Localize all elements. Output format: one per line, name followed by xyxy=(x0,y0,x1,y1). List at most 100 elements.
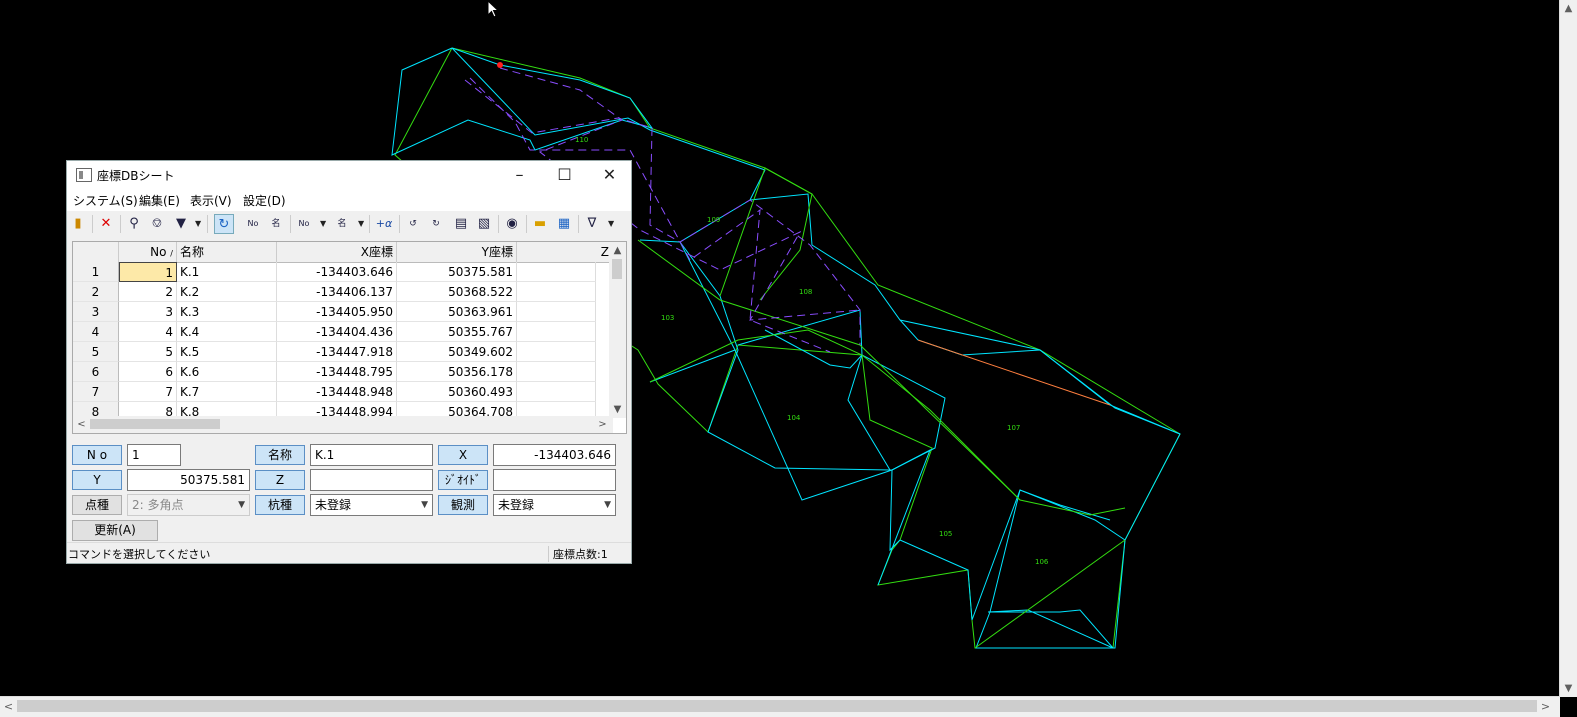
cell-z[interactable] xyxy=(517,342,596,362)
y-field[interactable]: 50375.581 xyxy=(127,469,250,491)
export-icon[interactable]: ▧ xyxy=(474,214,494,234)
function-dropdown-icon[interactable]: ▼ xyxy=(608,214,616,234)
cell-z[interactable] xyxy=(517,362,596,382)
no-label[interactable]: N o xyxy=(72,445,122,465)
stake-type-label[interactable]: 杭種 xyxy=(255,495,305,515)
column-header-z[interactable]: Z xyxy=(517,242,613,262)
scroll-thumb[interactable] xyxy=(612,259,622,279)
grid-icon[interactable]: ▦ xyxy=(554,214,574,234)
table-row[interactable]: 3 3 K.3 -134405.950 50363.961 xyxy=(73,302,613,322)
cell-name[interactable]: K.7 xyxy=(177,382,277,402)
binoculars-icon[interactable]: ⎊ xyxy=(147,214,167,234)
stake-type-select[interactable]: 未登録 ▼ xyxy=(310,494,433,516)
scroll-right-icon[interactable]: > xyxy=(594,416,611,433)
title-bar[interactable]: 座標DBシート – ☐ ✕ xyxy=(67,161,631,189)
cell-y[interactable]: 50368.522 xyxy=(397,282,517,302)
row-header[interactable]: 3 xyxy=(73,302,119,322)
close-icon[interactable]: ✕ xyxy=(587,161,632,189)
cell-y[interactable]: 50375.581 xyxy=(397,262,517,282)
refresh-icon[interactable]: ↻ xyxy=(214,214,234,234)
coordinate-grid[interactable]: No / 名称 X座標 Y座標 Z 1 1 K.1 -134403.646 50375.… xyxy=(72,241,627,434)
cell-x[interactable]: -134448.795 xyxy=(277,362,397,382)
table-row[interactable]: 6 6 K.6 -134448.795 50356.178 xyxy=(73,362,613,382)
camera-icon[interactable]: ◉ xyxy=(502,214,522,234)
point-type-label[interactable]: 点種 xyxy=(72,495,122,515)
cell-x[interactable]: -134403.646 xyxy=(277,262,397,282)
x-label[interactable]: X xyxy=(438,445,488,465)
scroll-left-icon[interactable]: < xyxy=(0,697,17,717)
cell-no[interactable]: 7 xyxy=(119,382,177,402)
row-header[interactable]: 7 xyxy=(73,382,119,402)
scroll-left-icon[interactable]: < xyxy=(73,416,90,433)
scroll-thumb[interactable] xyxy=(90,419,220,429)
scroll-down-icon[interactable]: ▼ xyxy=(1560,680,1577,697)
chevron-down-icon[interactable]: ▼ xyxy=(421,495,428,515)
selected-point[interactable] xyxy=(497,62,503,68)
cell-x[interactable]: -134406.137 xyxy=(277,282,397,302)
table-row[interactable]: 5 5 K.5 -134447.918 50349.602 xyxy=(73,342,613,362)
observation-select[interactable]: 未登録 ▼ xyxy=(493,494,616,516)
cell-no[interactable]: 3 xyxy=(119,302,177,322)
maximize-icon[interactable]: ☐ xyxy=(542,161,587,189)
chevron-down-icon[interactable]: ▼ xyxy=(604,495,611,515)
cell-name[interactable]: K.6 xyxy=(177,362,277,382)
cell-z[interactable] xyxy=(517,302,596,322)
name-label[interactable]: 名称 xyxy=(255,445,305,465)
menu-settings[interactable]: 設定(D) xyxy=(243,192,286,209)
folder-icon[interactable]: ▬ xyxy=(530,214,550,234)
column-header-x[interactable]: X座標 xyxy=(277,242,397,262)
row-header[interactable]: 1 xyxy=(73,262,119,282)
geoid-field[interactable] xyxy=(493,469,616,491)
column-header-name[interactable]: 名称 xyxy=(177,242,277,262)
scroll-up-icon[interactable]: ▲ xyxy=(1560,0,1577,17)
cell-no[interactable]: 6 xyxy=(119,362,177,382)
number-icon[interactable]: No xyxy=(294,214,314,234)
observation-label[interactable]: 観測 xyxy=(438,495,488,515)
cell-x[interactable]: -134405.950 xyxy=(277,302,397,322)
cell-y[interactable]: 50349.602 xyxy=(397,342,517,362)
canvas-horizontal-scrollbar[interactable]: < > xyxy=(0,696,1560,717)
table-row[interactable]: 7 7 K.7 -134448.948 50360.493 xyxy=(73,382,613,402)
scroll-up-icon[interactable]: ▲ xyxy=(609,242,626,259)
cell-x[interactable]: -134448.948 xyxy=(277,382,397,402)
cell-name[interactable]: K.1 xyxy=(177,262,277,282)
sort-no-icon[interactable]: No xyxy=(243,214,263,234)
filter-icon[interactable]: ▼ xyxy=(171,214,191,234)
minimize-icon[interactable]: – xyxy=(497,161,542,189)
book-icon[interactable]: ▮ xyxy=(68,214,88,234)
cell-z[interactable] xyxy=(517,262,596,282)
cell-x[interactable]: -134447.918 xyxy=(277,342,397,362)
grid-vertical-scrollbar[interactable]: ▲ ▼ xyxy=(609,242,626,418)
geoid-label[interactable]: ｼﾞｵｲﾄﾞ xyxy=(438,470,488,490)
cell-y[interactable]: 50355.767 xyxy=(397,322,517,342)
menu-view[interactable]: 表示(V) xyxy=(190,192,232,209)
cell-name[interactable]: K.5 xyxy=(177,342,277,362)
table-row[interactable]: 2 2 K.2 -134406.137 50368.522 xyxy=(73,282,613,302)
filter-dropdown-icon[interactable]: ▼ xyxy=(195,214,203,234)
cell-name[interactable]: K.3 xyxy=(177,302,277,322)
column-header-y[interactable]: Y座標 xyxy=(397,242,517,262)
row-header[interactable]: 4 xyxy=(73,322,119,342)
column-header-no[interactable]: No / xyxy=(119,242,177,262)
number-dropdown-icon[interactable]: ▼ xyxy=(320,214,328,234)
cell-no[interactable]: 5 xyxy=(119,342,177,362)
grid-horizontal-scrollbar[interactable]: < > xyxy=(73,416,613,433)
document-icon[interactable]: ▤ xyxy=(451,214,471,234)
no-field[interactable]: 1 xyxy=(127,444,181,466)
function-icon[interactable]: ∇ xyxy=(582,214,602,234)
convert-icon[interactable]: ↺ xyxy=(403,214,423,234)
menu-edit[interactable]: 編集(E) xyxy=(139,192,180,209)
cell-no[interactable]: 2 xyxy=(119,282,177,302)
name-icon[interactable]: 名 xyxy=(332,214,352,234)
table-row[interactable]: 1 1 K.1 -134403.646 50375.581 xyxy=(73,262,613,282)
update-button[interactable]: 更新(A) xyxy=(72,520,158,541)
row-header[interactable]: 2 xyxy=(73,282,119,302)
scroll-right-icon[interactable]: > xyxy=(1537,697,1554,717)
cell-y[interactable]: 50360.493 xyxy=(397,382,517,402)
cell-z[interactable] xyxy=(517,322,596,342)
delete-icon[interactable]: ✕ xyxy=(96,214,116,234)
name-field[interactable]: K.1 xyxy=(310,444,433,466)
cell-x[interactable]: -134404.436 xyxy=(277,322,397,342)
x-field[interactable]: -134403.646 xyxy=(493,444,616,466)
cell-y[interactable]: 50363.961 xyxy=(397,302,517,322)
